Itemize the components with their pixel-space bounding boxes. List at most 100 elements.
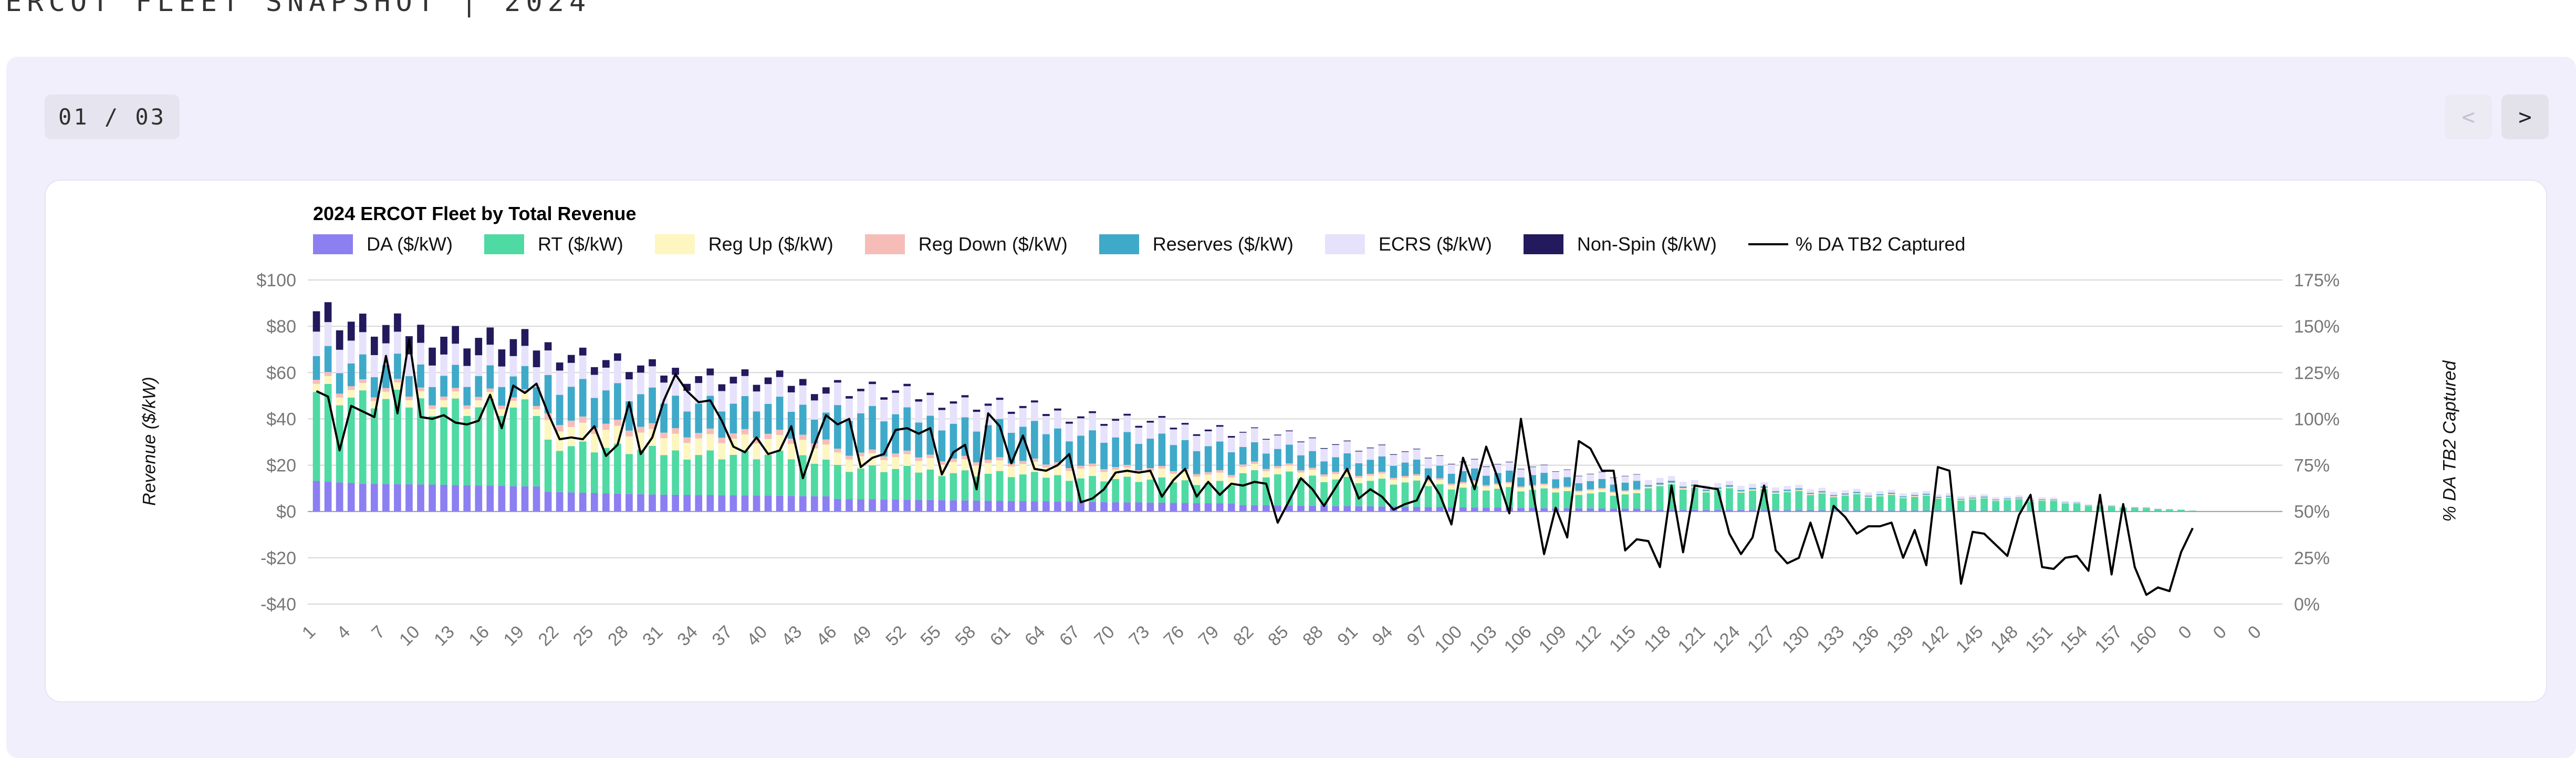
legend-item-reserves[interactable]: Reserves ($/kW) xyxy=(1099,233,1294,255)
bar-segment xyxy=(1193,434,1201,436)
legend-item-non-spin[interactable]: Non-Spin ($/kW) xyxy=(1523,233,1717,255)
bar-segment xyxy=(892,390,900,393)
bar-segment xyxy=(1158,418,1166,434)
legend-item-da[interactable]: DA ($/kW) xyxy=(313,233,453,255)
bar-segment xyxy=(880,456,888,460)
legend-swatch-reg-down xyxy=(864,234,905,254)
bar-segment xyxy=(1343,453,1351,470)
bar-segment xyxy=(741,429,749,434)
bar-segment xyxy=(359,314,367,333)
bar-segment xyxy=(996,457,1004,461)
bar-segment xyxy=(1633,508,1641,512)
bar-segment xyxy=(324,322,332,346)
bar-segment xyxy=(637,450,644,494)
bar-segment xyxy=(892,392,900,414)
bar-segment xyxy=(1517,487,1525,492)
bar-segment xyxy=(1575,492,1583,495)
bar-segment xyxy=(1969,499,1976,511)
bar-segment xyxy=(660,438,668,455)
bar-segment xyxy=(1297,441,1305,442)
bar-segment xyxy=(1563,470,1571,477)
bar-segment xyxy=(2143,507,2150,508)
bar-segment xyxy=(1332,444,1340,458)
bar-segment xyxy=(1459,483,1467,488)
bar-segment xyxy=(1703,491,1710,493)
bar-segment xyxy=(996,471,1004,501)
x-tick-label: 100 xyxy=(1431,622,1466,657)
bar-segment xyxy=(579,379,587,417)
bar-segment xyxy=(2108,506,2115,512)
bar-segment xyxy=(834,449,841,453)
bar-segment xyxy=(1483,475,1490,485)
bar-segment xyxy=(822,439,830,445)
bar-segment xyxy=(1633,489,1641,491)
bar-segment xyxy=(1575,508,1583,512)
bar-segment xyxy=(1667,476,1675,481)
x-tick-label: 127 xyxy=(1744,622,1779,657)
bar-segment xyxy=(1992,500,2000,501)
bar-segment xyxy=(1181,423,1189,425)
bar-segment xyxy=(1841,494,1849,495)
legend-item-reg-up[interactable]: Reg Up ($/kW) xyxy=(654,233,833,255)
bar-segment xyxy=(1610,508,1618,512)
bar-segment xyxy=(1239,473,1247,505)
bar-segment xyxy=(590,434,598,453)
bar-segment xyxy=(2154,508,2162,509)
bar-segment xyxy=(1807,493,1814,494)
bar-segment xyxy=(834,382,841,406)
legend-swatch-rt xyxy=(484,234,525,254)
legend-item-tb2-line[interactable]: % DA TB2 Captured xyxy=(1748,233,1965,255)
bar-segment xyxy=(1540,485,1548,489)
bar-segment xyxy=(614,353,621,361)
bar-segment xyxy=(1297,455,1305,471)
bar-segment xyxy=(2038,500,2046,501)
y2-tick-label: 0% xyxy=(2294,595,2320,615)
bar-segment xyxy=(1100,425,1108,443)
bar-segment xyxy=(2143,508,2150,512)
bar-segment xyxy=(1227,503,1235,512)
bar-segment xyxy=(683,411,691,438)
bar-segment xyxy=(1320,449,1328,462)
bar-segment xyxy=(1552,479,1560,488)
bar-segment xyxy=(509,400,517,408)
bar-segment xyxy=(590,452,598,493)
bar-segment xyxy=(521,346,529,366)
bar-segment xyxy=(857,413,864,453)
bar-segment xyxy=(1367,473,1374,476)
bar-segment xyxy=(1170,428,1177,430)
bar-segment xyxy=(1691,480,1698,485)
bar-segment xyxy=(2131,507,2139,508)
x-tick-label: 157 xyxy=(2091,622,2126,657)
bar-segment xyxy=(556,451,564,492)
x-tick-label: 121 xyxy=(1674,622,1709,657)
legend-item-rt[interactable]: RT ($/kW) xyxy=(484,233,623,255)
bar-segment xyxy=(1459,507,1467,512)
bar-segment xyxy=(1714,483,1722,487)
bar-segment xyxy=(1007,466,1015,477)
bar-segment xyxy=(729,433,737,439)
legend-item-reg-down[interactable]: Reg Down ($/kW) xyxy=(864,233,1068,255)
bar-segment xyxy=(1749,490,1756,491)
bar-segment xyxy=(1204,429,1212,431)
bar-segment xyxy=(1227,475,1235,477)
bar-segment xyxy=(799,404,807,435)
legend-item-ecrs[interactable]: ECRS ($/kW) xyxy=(1324,233,1492,255)
bar-segment xyxy=(1436,478,1444,480)
bar-segment xyxy=(706,368,714,376)
bar-segment xyxy=(1158,416,1166,418)
bar-segment xyxy=(336,393,343,398)
bar-segment xyxy=(1517,507,1525,512)
bar-segment xyxy=(1274,468,1281,475)
bar-segment xyxy=(312,311,320,332)
bar-segment xyxy=(2015,495,2023,498)
bar-segment xyxy=(869,465,876,500)
bar-segment xyxy=(996,460,1004,471)
bar-segment xyxy=(892,469,900,500)
y2-tick-label: 75% xyxy=(2294,456,2330,476)
bar-segment xyxy=(1807,495,1814,511)
bar-segment xyxy=(1818,492,1826,493)
bar-segment xyxy=(417,342,424,365)
legend-label-non-spin: Non-Spin ($/kW) xyxy=(1577,233,1717,255)
bar-segment xyxy=(1447,464,1455,474)
bar-segment xyxy=(1019,408,1027,427)
